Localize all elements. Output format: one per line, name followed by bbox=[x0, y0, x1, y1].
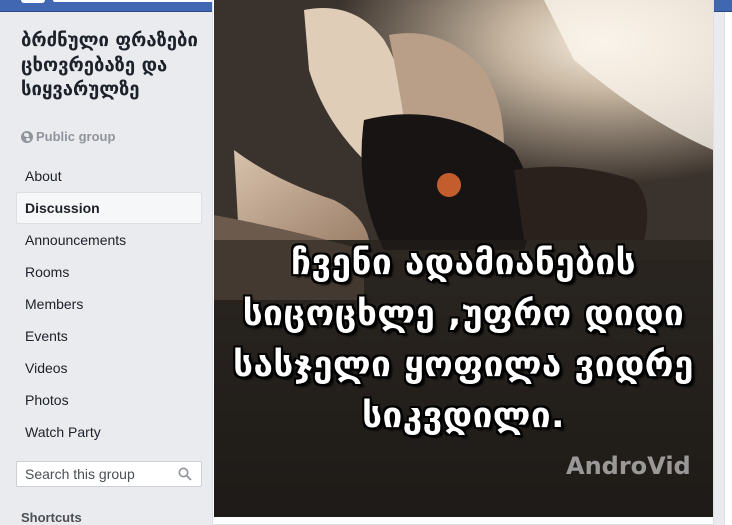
group-search-input[interactable] bbox=[17, 462, 175, 486]
nav-item-members[interactable]: Members bbox=[16, 288, 202, 320]
search-icon[interactable] bbox=[178, 467, 192, 481]
group-navigation: About Discussion Announcements Rooms Mem… bbox=[16, 160, 202, 448]
group-privacy: Public group bbox=[21, 129, 115, 144]
image-caption: ჩვენი ადამიანების სიცოცხლე ,უფრო დიდი სა… bbox=[233, 243, 694, 436]
post-card: ჩვენი ადამიანების სიცოცხლე ,უფრო დიდი სა… bbox=[212, 0, 714, 525]
group-sidebar: ბრძნული ფრაზები ცხოვრებაზე და სიყვარულზე… bbox=[0, 12, 212, 525]
watermark: AndroVid bbox=[566, 452, 691, 480]
nav-item-events[interactable]: Events bbox=[16, 320, 202, 352]
group-search-box bbox=[16, 461, 202, 487]
globe-icon bbox=[21, 130, 33, 143]
nav-item-watch-party[interactable]: Watch Party bbox=[16, 416, 202, 448]
group-privacy-label: Public group bbox=[36, 129, 116, 144]
post-photo[interactable]: ჩვენი ადამიანების სიცოცხლე ,უფრო დიდი სა… bbox=[214, 0, 713, 517]
facebook-logo-icon[interactable] bbox=[21, 0, 45, 3]
nav-item-announcements[interactable]: Announcements bbox=[16, 224, 202, 256]
nav-item-discussion[interactable]: Discussion bbox=[16, 192, 202, 224]
group-name[interactable]: ბრძნული ფრაზები ცხოვრებაზე და სიყვარულზე bbox=[21, 29, 206, 103]
nav-item-rooms[interactable]: Rooms bbox=[16, 256, 202, 288]
nav-item-photos[interactable]: Photos bbox=[16, 384, 202, 416]
nav-item-about[interactable]: About bbox=[16, 160, 202, 192]
nav-item-videos[interactable]: Videos bbox=[16, 352, 202, 384]
right-column bbox=[724, 12, 732, 525]
shortcuts-heading: Shortcuts bbox=[21, 510, 82, 525]
